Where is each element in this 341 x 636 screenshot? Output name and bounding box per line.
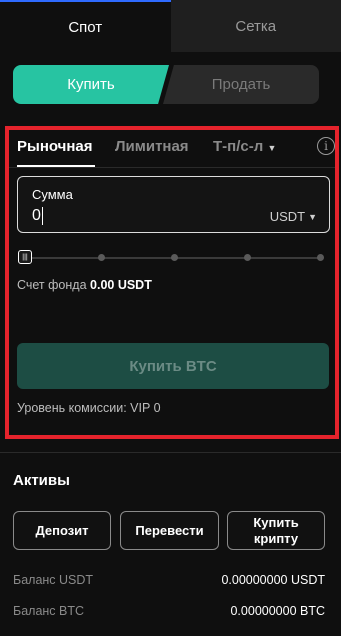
- slider-handle-icon[interactable]: |||: [18, 250, 32, 264]
- tab-grid[interactable]: Сетка: [170, 0, 341, 52]
- tab-tp-sl-order[interactable]: Т-п/с-л ▼: [213, 138, 276, 155]
- section-divider: [0, 452, 341, 453]
- tab-market-order[interactable]: Рыночная: [17, 138, 93, 155]
- tp-sl-label: Т-п/с-л: [213, 138, 264, 155]
- deposit-button[interactable]: Депозит: [13, 511, 111, 550]
- info-icon[interactable]: i: [317, 137, 335, 155]
- amount-input[interactable]: 0: [32, 207, 43, 225]
- fee-level: Уровень комиссии: VIP 0: [17, 401, 161, 415]
- balance-row-btc: Баланс BTC 0.00000000 BTC: [13, 604, 325, 618]
- transfer-button[interactable]: Перевести: [120, 511, 219, 550]
- order-form-panel: Рыночная Лимитная Т-п/с-л ▼ i Сумма 0 US…: [5, 126, 339, 439]
- balance-label: Баланс USDT: [13, 573, 94, 587]
- buy-sell-toggle: Купить Продать: [13, 65, 325, 104]
- amount-field[interactable]: Сумма 0 USDT ▼: [17, 176, 330, 233]
- balance-label: Баланс BTC: [13, 604, 85, 618]
- buy-btc-button[interactable]: Купить BTC: [17, 343, 329, 389]
- order-type-tabs: Рыночная Лимитная Т-п/с-л ▼ i: [17, 133, 335, 167]
- market-type-tabs: Спот Сетка: [0, 0, 341, 52]
- tabs-divider: [9, 167, 335, 168]
- slider-stop-25[interactable]: [98, 254, 105, 261]
- caret-down-icon: ▼: [308, 211, 317, 222]
- balance-value: 0.00000000 BTC: [230, 604, 325, 618]
- buy-side-button[interactable]: Купить: [13, 65, 169, 104]
- tab-limit-order[interactable]: Лимитная: [115, 138, 189, 155]
- slider-stop-100[interactable]: [317, 254, 324, 261]
- fund-label: Счет фонда: [17, 278, 87, 292]
- tab-spot[interactable]: Спот: [0, 0, 171, 52]
- fund-value: 0.00 USDT: [90, 278, 152, 292]
- amount-slider[interactable]: |||: [18, 250, 325, 264]
- amount-unit-label: USDT: [269, 209, 306, 224]
- balance-row-usdt: Баланс USDT 0.00000000 USDT: [13, 573, 325, 587]
- slider-stop-50[interactable]: [171, 254, 178, 261]
- amount-label: Сумма: [32, 187, 73, 202]
- amount-unit-selector[interactable]: USDT ▼: [270, 209, 317, 224]
- buy-crypto-button[interactable]: Купить крипту: [227, 511, 325, 550]
- caret-down-icon: ▼: [267, 143, 277, 153]
- assets-title: Активы: [13, 472, 70, 489]
- balance-value: 0.00000000 USDT: [221, 573, 325, 587]
- slider-stop-75[interactable]: [244, 254, 251, 261]
- sell-side-button[interactable]: Продать: [163, 65, 319, 104]
- fund-account: Счет фонда 0.00 USDT: [17, 278, 152, 292]
